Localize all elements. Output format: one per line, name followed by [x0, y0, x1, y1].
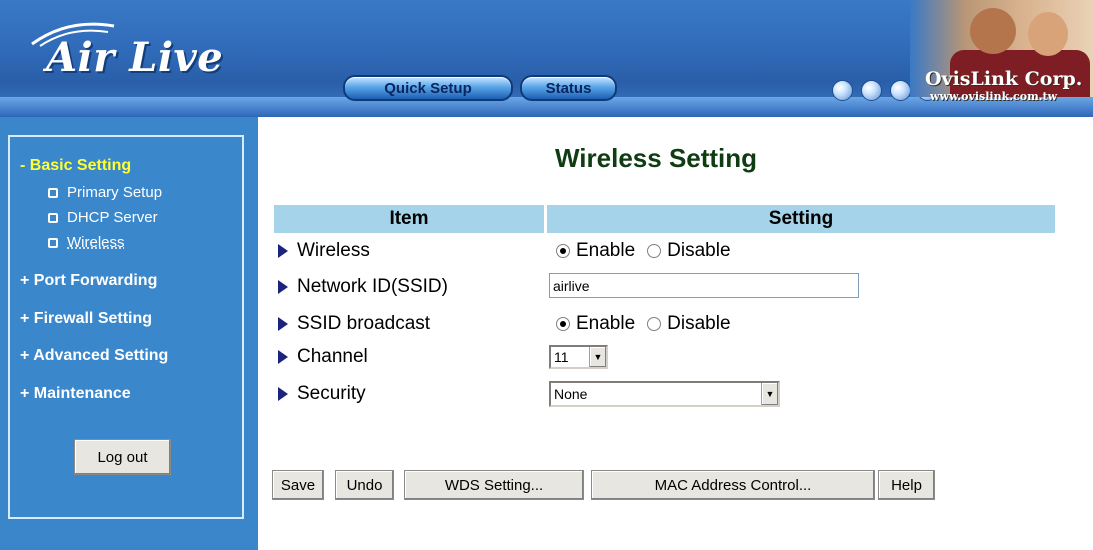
sidebar-section-firewall-setting[interactable]: + Firewall Setting — [20, 310, 152, 328]
row-label-security: Security — [278, 382, 366, 406]
triangle-bullet-icon — [278, 244, 288, 258]
wds-setting-button[interactable]: WDS Setting... — [404, 470, 584, 500]
globe-icon — [890, 80, 911, 101]
ssid-broadcast-radio-group: Enable Disable — [556, 312, 731, 336]
sidebar-item-label: Primary Setup — [67, 184, 163, 201]
channel-select[interactable]: 11 ▼ — [549, 345, 608, 369]
bullet-icon — [48, 187, 58, 198]
sidebar-section-advanced-setting[interactable]: + Advanced Setting — [20, 347, 168, 365]
save-button[interactable]: Save — [272, 470, 324, 500]
security-select[interactable]: None ▼ — [549, 381, 780, 407]
brand-name: OvisLink Corp. — [925, 68, 1083, 90]
row-label-ssid: Network ID(SSID) — [278, 275, 448, 299]
airlive-logo[interactable]: Air Live — [46, 34, 223, 81]
sidebar: - Basic Setting Primary Setup DHCP Serve… — [0, 117, 258, 550]
radio-label: Enable — [576, 313, 636, 334]
ssid-broadcast-enable-radio[interactable] — [556, 317, 570, 331]
table-header-setting: Setting — [547, 205, 1055, 233]
triangle-bullet-icon — [278, 387, 288, 401]
sidebar-item-label: DHCP Server — [67, 209, 158, 226]
row-label-text: Channel — [297, 346, 368, 367]
security-select-value: None — [554, 386, 588, 402]
header-banner: Air Live Quick Setup Status OvisLink Cor… — [0, 0, 1093, 117]
sidebar-item-dhcp-server[interactable]: DHCP Server — [48, 209, 158, 226]
quick-setup-button[interactable]: Quick Setup — [343, 75, 513, 101]
sidebar-section-port-forwarding[interactable]: + Port Forwarding — [20, 272, 157, 290]
undo-button[interactable]: Undo — [335, 470, 394, 500]
row-label-text: SSID broadcast — [297, 313, 431, 334]
row-label-channel: Channel — [278, 345, 368, 369]
row-label-wireless: Wireless — [278, 239, 370, 263]
logout-button[interactable]: Log out — [74, 439, 171, 475]
globe-icon — [861, 80, 882, 101]
row-label-ssid-broadcast: SSID broadcast — [278, 312, 430, 336]
triangle-bullet-icon — [278, 350, 288, 364]
page-title: Wireless Setting — [555, 143, 758, 173]
sidebar-item-label: Wireless — [67, 234, 125, 251]
radio-label: Disable — [667, 313, 731, 334]
status-button[interactable]: Status — [520, 75, 617, 101]
sidebar-item-primary-setup[interactable]: Primary Setup — [48, 184, 162, 201]
mac-address-control-button[interactable]: MAC Address Control... — [591, 470, 875, 500]
wireless-radio-group: Enable Disable — [556, 239, 731, 263]
brand-url: www.ovislink.com.tw — [930, 90, 1058, 103]
sidebar-section-basic-setting[interactable]: - Basic Setting — [20, 157, 131, 175]
wireless-enable-radio[interactable] — [556, 244, 570, 258]
dropdown-arrow-icon[interactable]: ▼ — [761, 383, 778, 405]
radio-label: Disable — [667, 240, 731, 261]
wireless-disable-radio[interactable] — [647, 244, 662, 258]
radio-label: Enable — [576, 240, 636, 261]
bullet-icon — [48, 212, 58, 223]
ssid-input[interactable]: airlive — [549, 273, 859, 298]
help-button[interactable]: Help — [878, 470, 935, 500]
globe-icon — [832, 80, 853, 101]
bullet-icon — [48, 237, 58, 248]
sidebar-section-maintenance[interactable]: + Maintenance — [20, 385, 131, 403]
row-label-text: Security — [297, 383, 366, 404]
dropdown-arrow-icon[interactable]: ▼ — [589, 347, 606, 367]
sidebar-item-wireless[interactable]: Wireless — [48, 234, 125, 251]
triangle-bullet-icon — [278, 317, 288, 331]
row-label-text: Wireless — [297, 240, 370, 261]
channel-select-value: 11 — [554, 349, 569, 365]
row-label-text: Network ID(SSID) — [297, 276, 448, 297]
table-header-item: Item — [274, 205, 544, 233]
ssid-broadcast-disable-radio[interactable] — [647, 317, 662, 331]
triangle-bullet-icon — [278, 280, 288, 294]
